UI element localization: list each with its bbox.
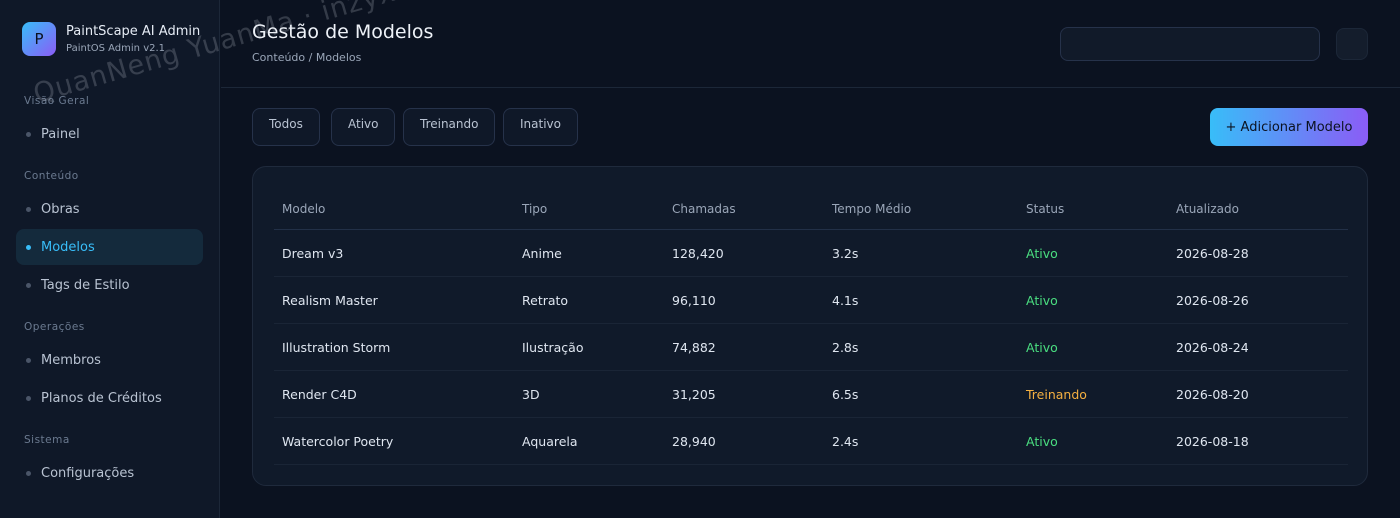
sidebar-item-painel[interactable]: Painel bbox=[16, 116, 203, 152]
table-row[interactable]: Render C4D 3D 31,205 6.5s Treinando 2026… bbox=[274, 371, 1348, 418]
model-updated: 2026-08-26 bbox=[1176, 292, 1249, 308]
model-type: Retrato bbox=[522, 292, 569, 308]
status-badge: Ativo bbox=[1026, 339, 1058, 355]
nav-section-label: Visão Geral bbox=[24, 95, 90, 107]
sidebar-item-label: Tags de Estilo bbox=[41, 277, 130, 293]
model-avg-time: 3.2s bbox=[832, 245, 859, 261]
model-calls: 28,940 bbox=[672, 433, 716, 449]
column-header[interactable]: Modelo bbox=[274, 202, 514, 216]
models-table: Modelo Tipo Chamadas Tempo Médio Status … bbox=[274, 189, 1348, 465]
model-updated: 2026-08-24 bbox=[1176, 339, 1249, 355]
table-row[interactable]: Realism Master Retrato 96,110 4.1s Ativo… bbox=[274, 277, 1348, 324]
bullet-icon bbox=[26, 357, 31, 363]
column-header[interactable]: Tipo bbox=[514, 202, 664, 216]
model-name: Watercolor Poetry bbox=[282, 433, 394, 449]
nav-section-label: Sistema bbox=[24, 434, 70, 446]
brand-logo: P bbox=[22, 22, 56, 56]
filter-treinando-button[interactable]: Treinando bbox=[403, 108, 496, 146]
table-row[interactable]: Watercolor Poetry Aquarela 28,940 2.4s A… bbox=[274, 418, 1348, 465]
header-action-button[interactable] bbox=[1336, 28, 1368, 60]
sidebar-item-label: Painel bbox=[41, 126, 80, 142]
filter-inativo-button[interactable]: Inativo bbox=[503, 108, 578, 146]
model-name: Dream v3 bbox=[282, 245, 344, 261]
model-type: Aquarela bbox=[522, 433, 578, 449]
model-name: Realism Master bbox=[282, 292, 378, 308]
search-input[interactable] bbox=[1060, 27, 1320, 61]
page-title: Gestão de Modelos bbox=[252, 21, 434, 43]
column-header[interactable]: Chamadas bbox=[664, 202, 824, 216]
add-model-button[interactable]: + Adicionar Modelo bbox=[1210, 108, 1368, 146]
page-header: Gestão de Modelos Conteúdo / Modelos bbox=[221, 0, 1400, 88]
main-content: Gestão de Modelos Conteúdo / Modelos Tod… bbox=[221, 0, 1400, 518]
brand: P PaintScape AI Admin PaintOS Admin v2.1 bbox=[22, 22, 200, 56]
sidebar-item-tags-de-estilo[interactable]: Tags de Estilo bbox=[16, 267, 203, 303]
model-avg-time: 2.8s bbox=[832, 339, 859, 355]
model-calls: 74,882 bbox=[672, 339, 716, 355]
bullet-icon bbox=[26, 282, 31, 288]
model-type: 3D bbox=[522, 386, 540, 402]
sidebar-item-label: Modelos bbox=[41, 239, 95, 255]
models-table-card: Modelo Tipo Chamadas Tempo Médio Status … bbox=[252, 166, 1368, 486]
filter-ativo-button[interactable]: Ativo bbox=[331, 108, 396, 146]
brand-version: PaintOS Admin v2.1 bbox=[66, 42, 166, 54]
model-updated: 2026-08-20 bbox=[1176, 386, 1249, 402]
model-name: Illustration Storm bbox=[282, 339, 391, 355]
bullet-icon bbox=[26, 470, 31, 476]
sidebar-item-obras[interactable]: Obras bbox=[16, 191, 203, 227]
model-avg-time: 2.4s bbox=[832, 433, 859, 449]
sidebar-item-configuracoes[interactable]: Configurações bbox=[16, 455, 203, 491]
column-header[interactable]: Tempo Médio bbox=[824, 202, 1018, 216]
status-badge: Ativo bbox=[1026, 292, 1058, 308]
sidebar: P PaintScape AI Admin PaintOS Admin v2.1… bbox=[0, 0, 220, 518]
column-header[interactable]: Atualizado bbox=[1168, 202, 1348, 216]
status-badge: Treinando bbox=[1026, 386, 1087, 402]
sidebar-item-membros[interactable]: Membros bbox=[16, 342, 203, 378]
bullet-icon bbox=[26, 395, 31, 401]
brand-name: PaintScape AI Admin bbox=[66, 23, 201, 39]
model-updated: 2026-08-18 bbox=[1176, 433, 1249, 449]
table-row[interactable]: Dream v3 Anime 128,420 3.2s Ativo 2026-0… bbox=[274, 230, 1348, 277]
model-updated: 2026-08-28 bbox=[1176, 245, 1249, 261]
sidebar-item-modelos[interactable]: Modelos bbox=[16, 229, 203, 265]
model-type: Anime bbox=[522, 245, 562, 261]
sidebar-item-label: Obras bbox=[41, 201, 80, 217]
model-avg-time: 4.1s bbox=[832, 292, 859, 308]
model-calls: 96,110 bbox=[672, 292, 716, 308]
sidebar-item-label: Membros bbox=[41, 352, 101, 368]
bullet-icon bbox=[26, 131, 31, 137]
sidebar-item-label: Planos de Créditos bbox=[41, 390, 162, 406]
model-name: Render C4D bbox=[282, 386, 357, 402]
bullet-icon bbox=[26, 244, 31, 250]
model-avg-time: 6.5s bbox=[832, 386, 859, 402]
nav-section-label: Operações bbox=[24, 321, 85, 333]
status-badge: Ativo bbox=[1026, 433, 1058, 449]
breadcrumb: Conteúdo / Modelos bbox=[252, 51, 362, 64]
filter-todos-button[interactable]: Todos bbox=[252, 108, 320, 146]
table-header: Modelo Tipo Chamadas Tempo Médio Status … bbox=[274, 189, 1348, 230]
table-row[interactable]: Illustration Storm Ilustração 74,882 2.8… bbox=[274, 324, 1348, 371]
nav-section-label: Conteúdo bbox=[24, 170, 79, 182]
model-type: Ilustração bbox=[522, 339, 584, 355]
model-calls: 128,420 bbox=[672, 245, 724, 261]
model-calls: 31,205 bbox=[672, 386, 716, 402]
column-header[interactable]: Status bbox=[1018, 202, 1168, 216]
bullet-icon bbox=[26, 206, 31, 212]
sidebar-item-planos-de-creditos[interactable]: Planos de Créditos bbox=[16, 380, 203, 416]
sidebar-item-label: Configurações bbox=[41, 465, 135, 481]
status-badge: Ativo bbox=[1026, 245, 1058, 261]
